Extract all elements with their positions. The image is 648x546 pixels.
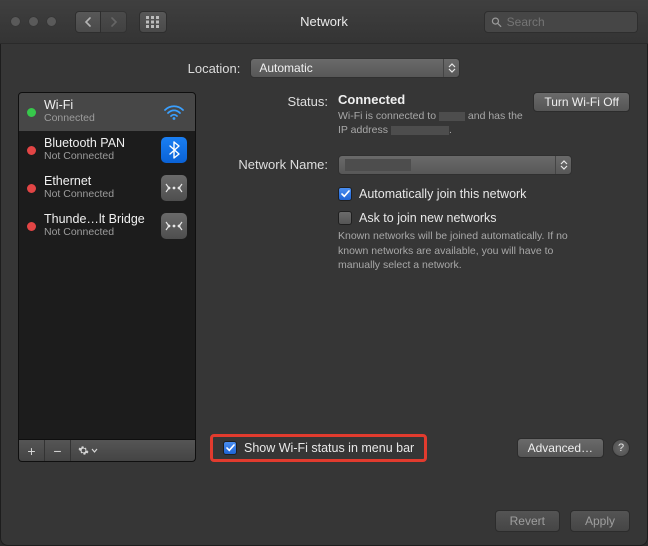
- wifi-icon: [161, 99, 187, 125]
- toolbar: Network: [0, 0, 648, 44]
- network-name-popup[interactable]: [338, 155, 572, 175]
- status-dot-icon: [27, 222, 36, 231]
- window-controls: [10, 16, 57, 27]
- thunderbolt-icon: [161, 213, 187, 239]
- redacted-ip: [391, 126, 449, 135]
- show-menu-label: Show Wi-Fi status in menu bar: [244, 441, 414, 455]
- advanced-button[interactable]: Advanced…: [517, 438, 604, 458]
- ask-join-checkbox[interactable]: Ask to join new networks: [338, 211, 630, 225]
- detail-pane: Status: Connected Wi-Fi is connected to …: [210, 92, 630, 462]
- status-hint: Wi-Fi is connected to and has the IP add…: [338, 109, 523, 137]
- redacted-network-name: [345, 159, 411, 171]
- footer: Revert Apply: [495, 510, 630, 532]
- status-dot-icon: [27, 184, 36, 193]
- status-value: Connected: [338, 92, 523, 107]
- prefs-window: Network Location: Automatic: [0, 0, 648, 546]
- minimize-window-icon[interactable]: [28, 16, 39, 27]
- stepper-arrows-icon: [443, 59, 459, 77]
- checkbox-checked-icon: [223, 441, 237, 455]
- remove-service-button[interactable]: −: [45, 440, 71, 461]
- sidebar-item-wifi[interactable]: Wi-Fi Connected: [19, 93, 195, 131]
- ask-join-hint: Known networks will be joined automatica…: [338, 229, 574, 272]
- sidebar-item-thunderbolt-bridge[interactable]: Thunde…lt Bridge Not Connected: [19, 207, 195, 245]
- show-menu-checkbox[interactable]: Show Wi-Fi status in menu bar: [223, 441, 414, 455]
- zoom-window-icon[interactable]: [46, 16, 57, 27]
- status-dot-icon: [27, 146, 36, 155]
- status-row: Status: Connected Wi-Fi is connected to …: [210, 92, 630, 137]
- stepper-arrows-icon: [555, 156, 571, 174]
- redacted-ssid: [439, 112, 465, 121]
- content: Location: Automatic Wi-Fi Connected: [0, 44, 648, 476]
- services-toolbar: + −: [18, 440, 196, 462]
- service-status: Not Connected: [44, 227, 145, 239]
- location-value: Automatic: [259, 61, 312, 75]
- show-menu-highlight: Show Wi-Fi status in menu bar: [210, 434, 427, 462]
- service-status: Connected: [44, 113, 95, 125]
- bluetooth-icon: [161, 137, 187, 163]
- network-name-label: Network Name:: [210, 155, 338, 272]
- apply-button[interactable]: Apply: [570, 510, 630, 532]
- revert-button[interactable]: Revert: [495, 510, 560, 532]
- location-label: Location:: [188, 61, 241, 76]
- search-icon: [491, 16, 502, 28]
- location-row: Location: Automatic: [18, 58, 630, 78]
- status-label: Status:: [210, 92, 338, 137]
- checkbox-checked-icon: [338, 187, 352, 201]
- service-name: Ethernet: [44, 175, 114, 189]
- service-name: Thunde…lt Bridge: [44, 213, 145, 227]
- service-status: Not Connected: [44, 151, 125, 163]
- show-all-button[interactable]: [139, 11, 167, 33]
- chevron-down-icon: [91, 448, 98, 453]
- turn-wifi-off-button[interactable]: Turn Wi-Fi Off: [533, 92, 630, 112]
- service-name: Wi-Fi: [44, 99, 95, 113]
- search-input[interactable]: [507, 15, 631, 29]
- service-name: Bluetooth PAN: [44, 137, 125, 151]
- gear-icon: [78, 445, 89, 456]
- forward-button[interactable]: [101, 11, 127, 33]
- network-name-row: Network Name:: [210, 155, 630, 272]
- search-field[interactable]: [484, 11, 638, 33]
- sidebar-item-ethernet[interactable]: Ethernet Not Connected: [19, 169, 195, 207]
- add-service-button[interactable]: +: [19, 440, 45, 461]
- ask-join-label: Ask to join new networks: [359, 211, 497, 225]
- services-list: Wi-Fi Connected Bluetooth PAN Not Connec…: [18, 92, 196, 440]
- nav-buttons: [75, 11, 127, 33]
- auto-join-checkbox[interactable]: Automatically join this network: [338, 187, 630, 201]
- ethernet-icon: [161, 175, 187, 201]
- services-sidebar: Wi-Fi Connected Bluetooth PAN Not Connec…: [18, 92, 196, 462]
- service-status: Not Connected: [44, 189, 114, 201]
- auto-join-label: Automatically join this network: [359, 187, 526, 201]
- location-popup[interactable]: Automatic: [250, 58, 460, 78]
- help-button[interactable]: ?: [612, 439, 630, 457]
- close-window-icon[interactable]: [10, 16, 21, 27]
- checkbox-unchecked-icon: [338, 211, 352, 225]
- back-button[interactable]: [75, 11, 101, 33]
- service-actions-button[interactable]: [71, 440, 105, 461]
- status-dot-icon: [27, 108, 36, 117]
- sidebar-item-bluetooth-pan[interactable]: Bluetooth PAN Not Connected: [19, 131, 195, 169]
- bottom-row: Show Wi-Fi status in menu bar Advanced… …: [210, 434, 630, 462]
